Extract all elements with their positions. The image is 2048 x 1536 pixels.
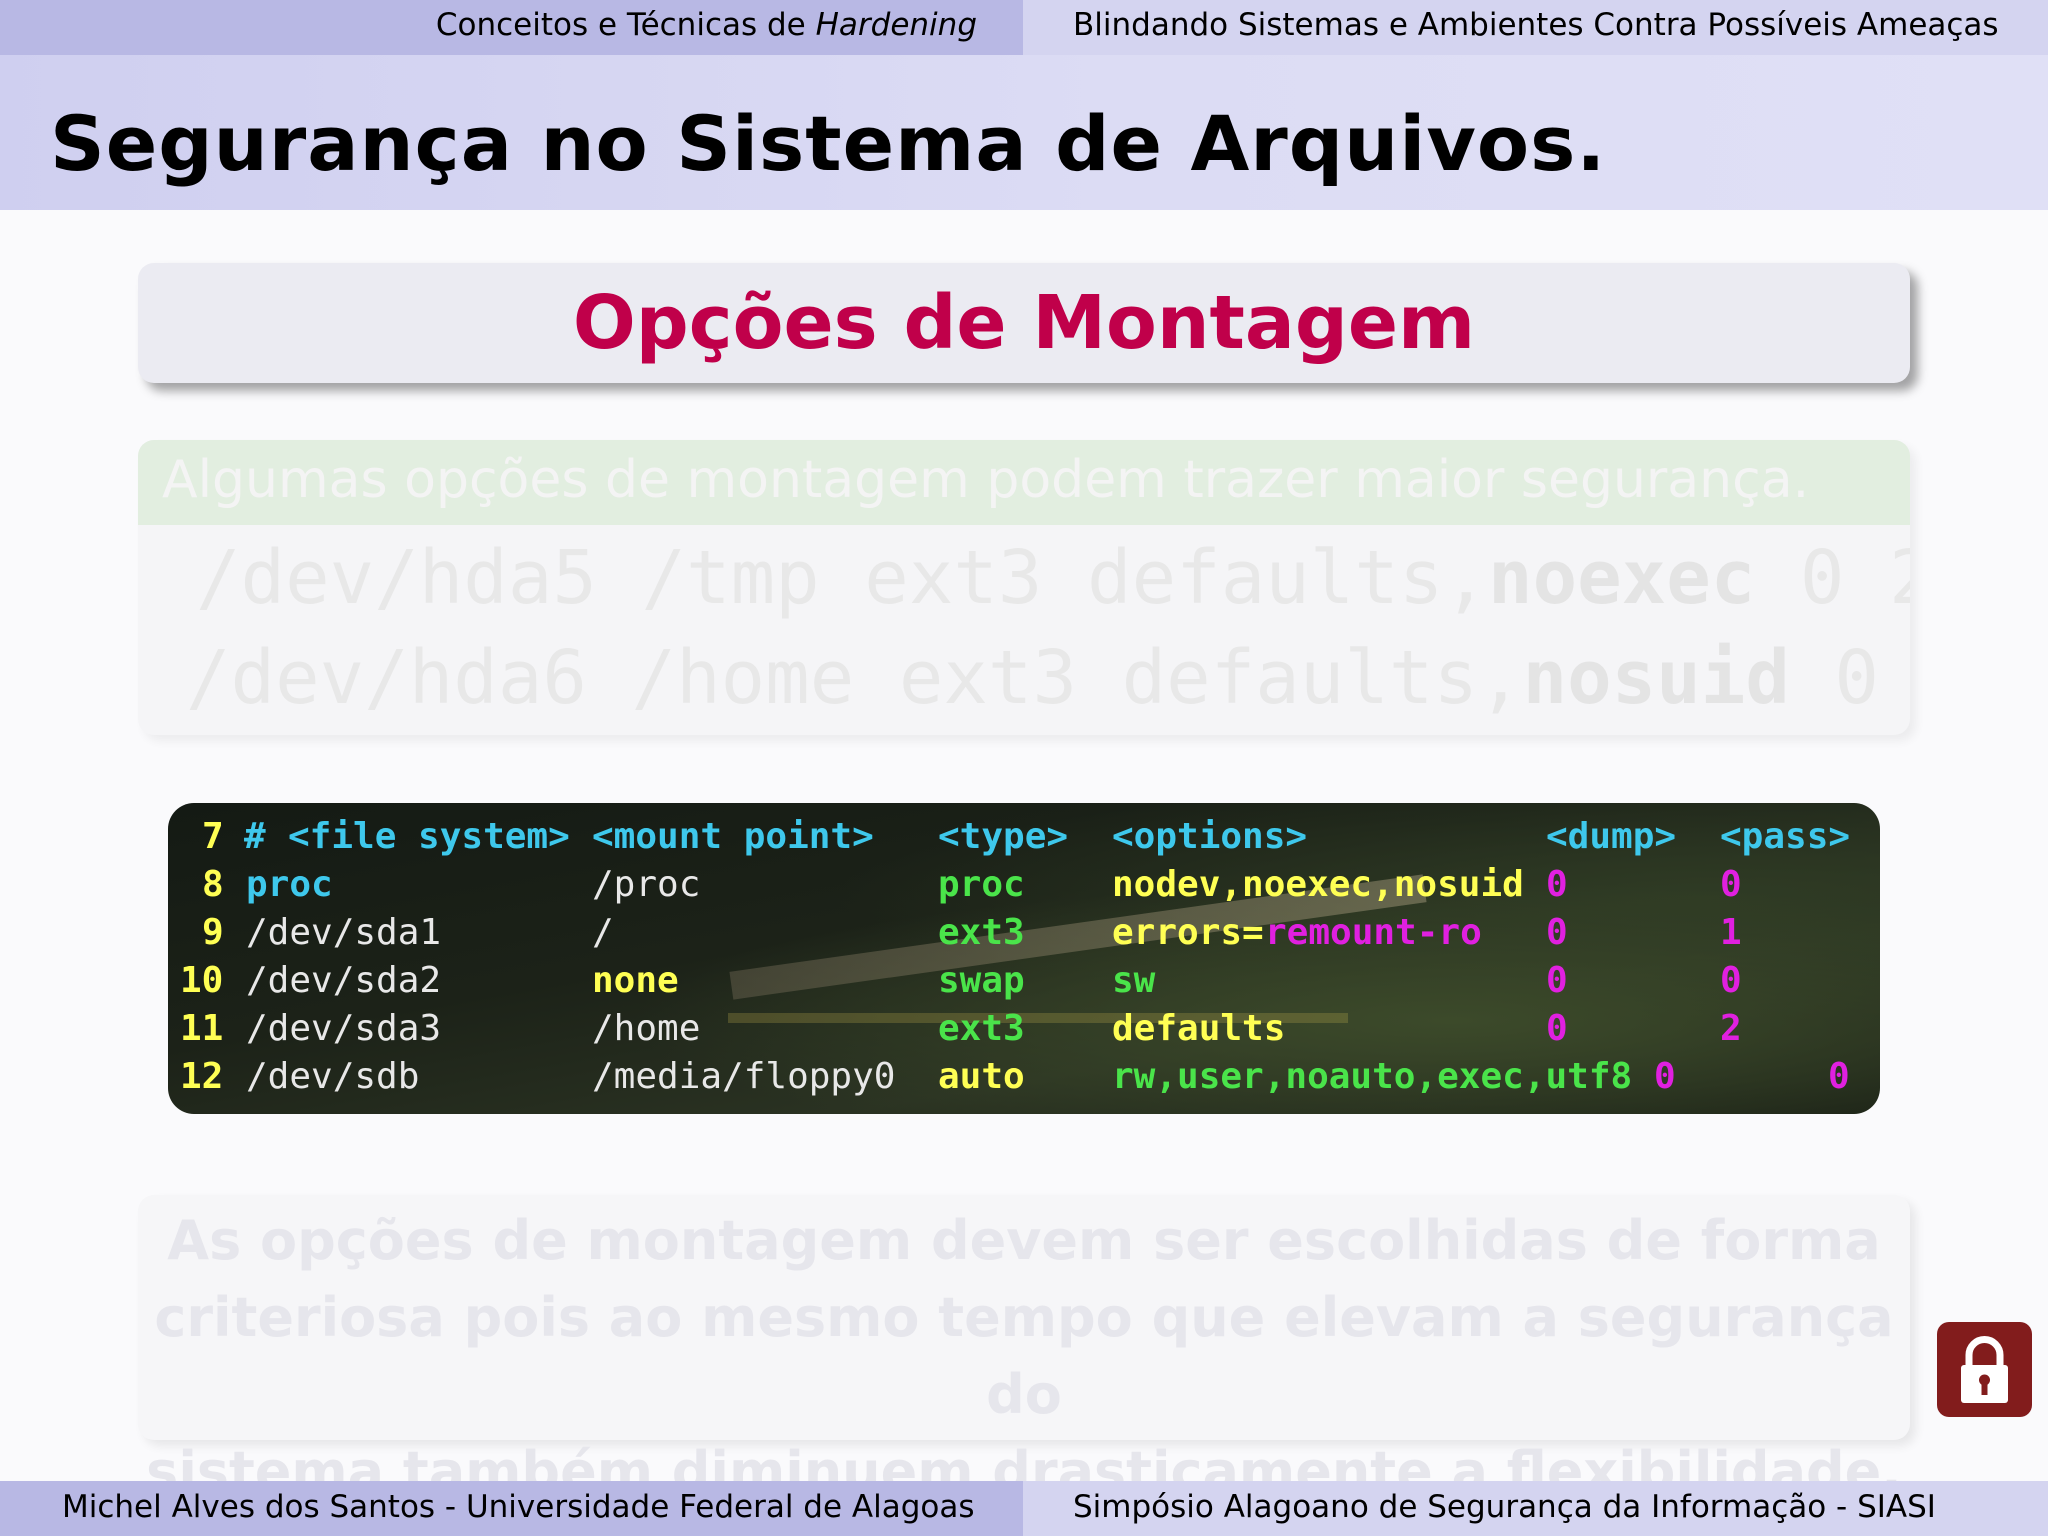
example-block: Algumas opções de montagem podem trazer … [138, 440, 1910, 735]
conclusion-line-1: As opções de montagem devem ser escolhid… [167, 1209, 1881, 1272]
row-pass: 0 [1828, 1056, 1850, 1097]
line-number: 8 [202, 864, 224, 905]
row-options: defaults [1112, 1008, 1286, 1049]
row-dump: 0 [1546, 1008, 1568, 1049]
row-fs: /dev/sda2 [246, 960, 442, 1001]
padlock-icon-svg [1961, 1336, 2008, 1403]
row-mount-point: /media/floppy0 [592, 1056, 896, 1097]
row-dump: 0 [1546, 864, 1568, 905]
row-pass: 0 [1720, 960, 1742, 1001]
example-line-2-tail: 0 2 [1834, 635, 1879, 721]
example-line-2: /dev/hda6 /home ext3 defaults,nosuid 0 2 [186, 635, 1910, 721]
conclusion-block: As opções de montagem devem ser escolhid… [138, 1195, 1910, 1503]
row-dump: 0 [1546, 960, 1568, 1001]
fstab-header-row: 7 # <file system> <mount point> <type> <… [168, 813, 1880, 861]
example-line-1-bold: noexec [1488, 535, 1756, 621]
row-type: ext3 [938, 1008, 1025, 1049]
row-dump: 0 [1546, 912, 1568, 953]
fstab-row: 10 /dev/sda2 none swap sw 0 0 [168, 957, 1880, 1005]
slide-title: Segurança no Sistema de Arquivos. [50, 99, 1607, 188]
line-number: 7 [202, 816, 224, 857]
block-title-box: Opções de Montagem [138, 263, 1910, 383]
row-options: sw [1112, 960, 1156, 1001]
row-fs: /dev/sdb [246, 1056, 420, 1097]
row-fs: proc [246, 864, 333, 905]
fstab-row: 9 /dev/sda1 / ext3 errors= remount-ro 0 … [168, 909, 1880, 957]
header-left-italic: Hardening [815, 7, 977, 43]
row-mount-point: /proc [592, 864, 701, 905]
row-fs: /dev/sda3 [246, 1008, 442, 1049]
row-type: auto [938, 1056, 1025, 1097]
col-pass: <pass> [1720, 816, 1851, 857]
row-mount-point: none [592, 960, 679, 1001]
row-fs: /dev/sda1 [246, 912, 442, 953]
conclusion-line-2: criteriosa pois ao mesmo tempo que eleva… [154, 1286, 1894, 1426]
example-line-2-plain: /dev/hda6 /home ext3 defaults, [186, 635, 1523, 721]
title-band: Segurança no Sistema de Arquivos. [0, 55, 2048, 210]
example-heading: Algumas opções de montagem podem trazer … [138, 440, 1910, 525]
col-type: <type> [938, 816, 1069, 857]
row-pass: 0 [1720, 864, 1742, 905]
example-line-1-tail: 0 2 [1799, 535, 1910, 621]
col-dump: <dump> [1546, 816, 1677, 857]
footer-right: Simpósio Alagoano de Segurança da Inform… [1023, 1481, 2048, 1536]
header-right: Blindando Sistemas e Ambientes Contra Po… [1023, 0, 2048, 55]
fstab-screenshot: 7 # <file system> <mount point> <type> <… [168, 803, 1880, 1114]
example-line-1: /dev/hda5 /tmp ext3 defaults,noexec 0 2 [196, 535, 1910, 621]
footer-left: Michel Alves dos Santos - Universidade F… [0, 1481, 1023, 1536]
example-line-2-bold: nosuid [1522, 635, 1790, 721]
fstab-row: 11 /dev/sda3 /home ext3 defaults 0 2 [168, 1005, 1880, 1053]
fstab-row: 12 /dev/sdb /media/floppy0 auto rw,user,… [168, 1053, 1880, 1101]
padlock-icon [1937, 1322, 2032, 1417]
col-file-system: <file system> [288, 816, 570, 857]
row-mount-point: / [592, 912, 614, 953]
col-mount-point: <mount point> [592, 816, 874, 857]
col-options: <options> [1112, 816, 1308, 857]
line-number: 11 [180, 1008, 224, 1049]
line-number: 12 [180, 1056, 224, 1097]
header-left: Conceitos e Técnicas de Hardening [0, 0, 1023, 55]
block-title: Opções de Montagem [572, 280, 1476, 366]
example-line-1-plain: /dev/hda5 /tmp ext3 defaults, [196, 535, 1489, 621]
row-type: ext3 [938, 912, 1025, 953]
row-pass: 2 [1720, 1008, 1742, 1049]
row-dump: 0 [1654, 1056, 1676, 1097]
row-options: nodev,noexec,nosuid [1112, 864, 1524, 905]
row-options: errors= [1112, 912, 1264, 953]
comment-hash: # [244, 816, 266, 857]
row-type: swap [938, 960, 1025, 1001]
header-left-text: Conceitos e Técnicas de [435, 7, 806, 43]
header-bar: Conceitos e Técnicas de Hardening Blinda… [0, 0, 2048, 55]
line-number: 10 [180, 960, 224, 1001]
row-type: proc [938, 864, 1025, 905]
row-options: rw,user,noauto,exec,utf8 [1112, 1056, 1633, 1097]
row-mount-point: /home [592, 1008, 701, 1049]
line-number: 9 [202, 912, 224, 953]
row-pass: 1 [1720, 912, 1742, 953]
fstab-row: 8 proc /proc proc nodev,noexec,nosuid 0 … [168, 861, 1880, 909]
row-options-value: remount-ro [1265, 912, 1482, 953]
